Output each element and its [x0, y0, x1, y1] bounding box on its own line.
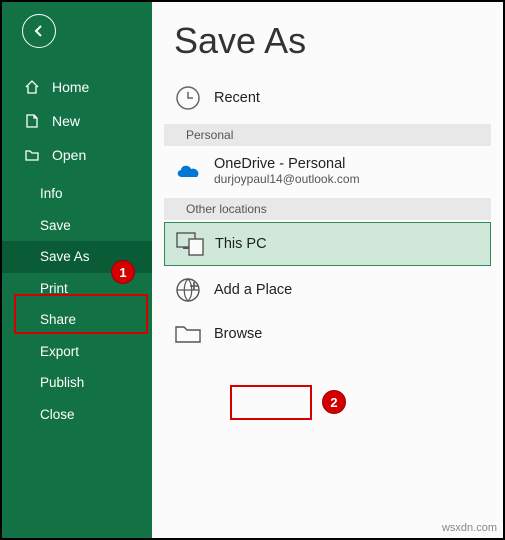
new-icon: [24, 113, 42, 129]
location-recent-label: Recent: [214, 90, 260, 106]
home-icon: [24, 79, 42, 95]
nav-open[interactable]: Open: [2, 138, 152, 172]
nav-save-as-label: Save As: [40, 250, 90, 264]
nav-info[interactable]: Info: [2, 178, 152, 210]
nav-export[interactable]: Export: [2, 336, 152, 368]
arrow-left-icon: [31, 23, 47, 39]
folder-icon: [174, 323, 214, 345]
nav-print-label: Print: [40, 282, 68, 296]
clock-icon: [174, 84, 214, 112]
nav-new-label: New: [52, 114, 80, 128]
back-button[interactable]: [22, 14, 56, 48]
nav-close[interactable]: Close: [2, 399, 152, 431]
browse-label: Browse: [214, 326, 262, 342]
nav-home[interactable]: Home: [2, 70, 152, 104]
location-onedrive[interactable]: OneDrive - Personal durjoypaul14@outlook…: [152, 148, 503, 194]
open-icon: [24, 147, 42, 163]
onedrive-title: OneDrive - Personal: [214, 156, 360, 172]
nav-close-label: Close: [40, 408, 75, 422]
nav-new[interactable]: New: [2, 104, 152, 138]
section-other: Other locations: [164, 198, 491, 220]
location-this-pc[interactable]: This PC: [164, 222, 491, 266]
nav-publish[interactable]: Publish: [2, 367, 152, 399]
nav-share-label: Share: [40, 313, 76, 327]
nav-export-label: Export: [40, 345, 79, 359]
location-browse[interactable]: Browse: [152, 312, 503, 356]
nav-save-label: Save: [40, 219, 71, 233]
location-recent[interactable]: Recent: [152, 76, 503, 120]
section-personal: Personal: [164, 124, 491, 146]
nav-publish-label: Publish: [40, 376, 84, 390]
onedrive-email: durjoypaul14@outlook.com: [214, 172, 360, 186]
pc-icon: [175, 231, 215, 257]
location-add-place[interactable]: Add a Place: [152, 268, 503, 312]
callout-2: 2: [322, 390, 346, 414]
this-pc-label: This PC: [215, 236, 267, 252]
nav-share[interactable]: Share: [2, 304, 152, 336]
page-title: Save As: [174, 20, 503, 62]
nav-home-label: Home: [52, 80, 89, 94]
callout-1: 1: [111, 260, 135, 284]
nav-open-label: Open: [52, 148, 86, 162]
save-as-panel: Save As Recent Personal OneDrive - Perso…: [152, 2, 503, 538]
watermark: wsxdn.com: [442, 522, 497, 534]
add-place-icon: [174, 276, 214, 304]
nav-info-label: Info: [40, 187, 63, 201]
add-place-label: Add a Place: [214, 282, 292, 298]
cloud-icon: [174, 161, 214, 181]
nav-save[interactable]: Save: [2, 210, 152, 242]
